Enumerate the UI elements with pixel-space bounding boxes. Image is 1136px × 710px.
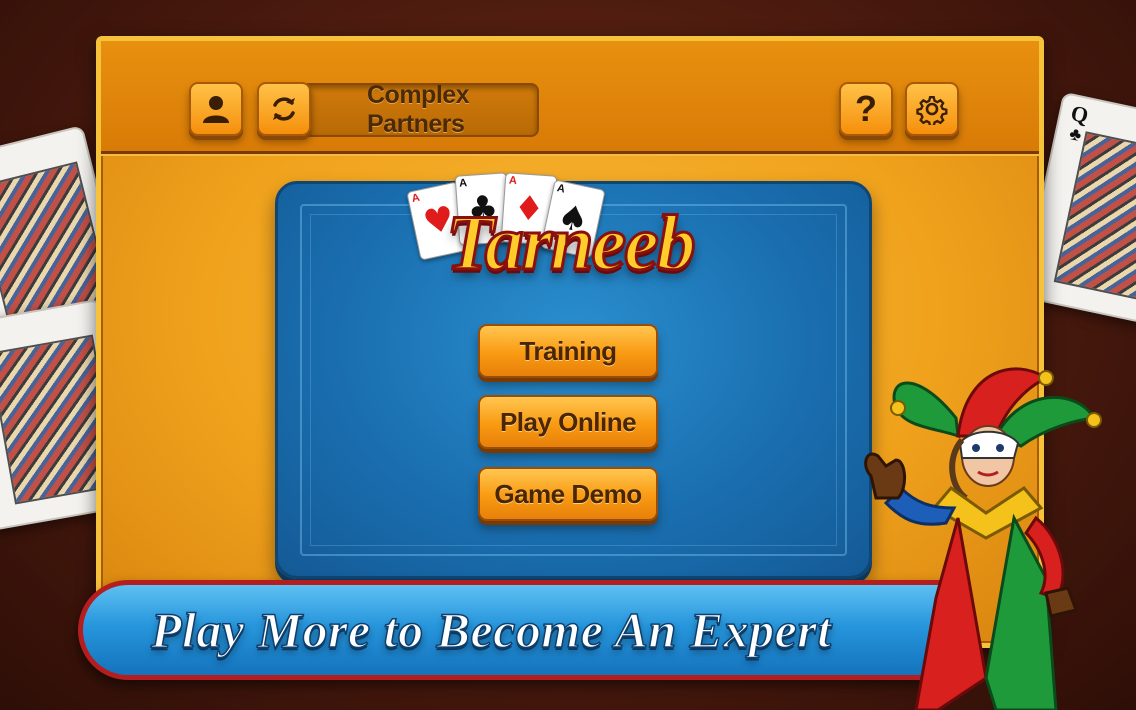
user-icon	[203, 96, 229, 123]
card-face-art	[1053, 131, 1136, 304]
play-online-button[interactable]: Play Online	[478, 395, 658, 449]
training-button[interactable]: Training	[478, 324, 658, 378]
game-mode-selector[interactable]: Complex Partners	[307, 81, 539, 138]
gear-icon	[916, 96, 948, 125]
promo-banner: Play More to Become An Expert	[78, 580, 958, 680]
card-rank: A	[555, 182, 567, 196]
card-rank: A	[458, 177, 468, 190]
game-logo-title: Tarneeb	[445, 198, 697, 288]
settings-button[interactable]	[905, 82, 959, 136]
help-button[interactable]: ?	[839, 82, 893, 136]
game-demo-button[interactable]: Game Demo	[478, 467, 658, 521]
promo-banner-text: Play More to Become An Expert	[150, 601, 832, 659]
card-rank: A	[508, 174, 518, 188]
game-mode-label: Complex Partners	[367, 81, 470, 138]
jester-mascot-illustration	[864, 367, 1102, 710]
profile-button[interactable]	[189, 82, 243, 136]
help-icon: ?	[855, 88, 877, 129]
refresh-icon	[273, 97, 295, 121]
switch-mode-button[interactable]	[257, 82, 311, 136]
